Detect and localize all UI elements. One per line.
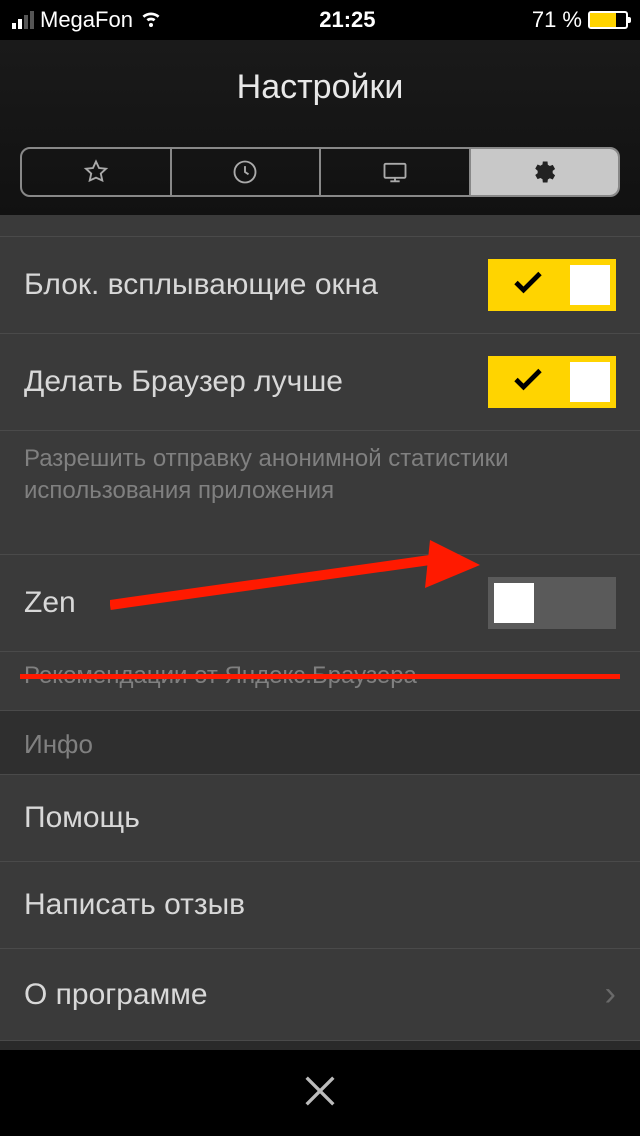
- improve-browser-sub: Разрешить отправку анонимной статистики …: [0, 431, 640, 532]
- chevron-right-icon: ›: [605, 975, 616, 1014]
- header: Настройки: [0, 40, 640, 215]
- status-bar: MegaFon 21:25 71 %: [0, 0, 640, 40]
- list-top-divider: [0, 215, 640, 237]
- row-block-popups: Блок. всплывающие окна: [0, 237, 640, 334]
- wifi-icon: [139, 5, 163, 35]
- tab-bookmarks[interactable]: [22, 149, 172, 195]
- bottom-bar: [0, 1050, 640, 1136]
- row-feedback[interactable]: Написать отзыв: [0, 862, 640, 949]
- row-about[interactable]: О программе ›: [0, 949, 640, 1041]
- block-popups-toggle[interactable]: [488, 259, 616, 311]
- battery-icon: [588, 11, 628, 29]
- zen-label: Zen: [24, 586, 76, 620]
- block-popups-label: Блок. всплывающие окна: [24, 268, 378, 302]
- improve-browser-label: Делать Браузер лучше: [24, 365, 343, 399]
- about-label: О программе: [24, 978, 208, 1012]
- settings-list: Блок. всплывающие окна Делать Браузер лу…: [0, 215, 640, 1041]
- tab-devices[interactable]: [321, 149, 471, 195]
- close-button[interactable]: [300, 1071, 340, 1116]
- carrier-label: MegaFon: [40, 7, 133, 33]
- battery-percent: 71 %: [532, 7, 582, 33]
- status-right: 71 %: [532, 7, 628, 33]
- improve-browser-toggle[interactable]: [488, 356, 616, 408]
- row-improve-browser: Делать Браузер лучше: [0, 334, 640, 431]
- tab-settings[interactable]: [471, 149, 619, 195]
- row-zen: Zen: [0, 554, 640, 652]
- status-time: 21:25: [319, 7, 375, 33]
- check-icon: [510, 362, 546, 403]
- annotation-underline: [20, 674, 620, 679]
- zen-toggle[interactable]: [488, 577, 616, 629]
- tab-history[interactable]: [172, 149, 322, 195]
- row-help[interactable]: Помощь: [0, 775, 640, 862]
- section-info-header: Инфо: [0, 710, 640, 775]
- feedback-label: Написать отзыв: [24, 888, 245, 922]
- zen-sub: Рекомендации от Яндекс.Браузера: [0, 652, 640, 710]
- help-label: Помощь: [24, 801, 140, 835]
- toggle-handle: [570, 362, 610, 402]
- signal-icon: [12, 11, 34, 29]
- status-left: MegaFon: [12, 5, 163, 35]
- toggle-handle: [494, 583, 534, 623]
- toggle-handle: [570, 265, 610, 305]
- page-title: Настройки: [0, 40, 640, 107]
- tab-bar: [20, 147, 620, 197]
- check-icon: [510, 265, 546, 306]
